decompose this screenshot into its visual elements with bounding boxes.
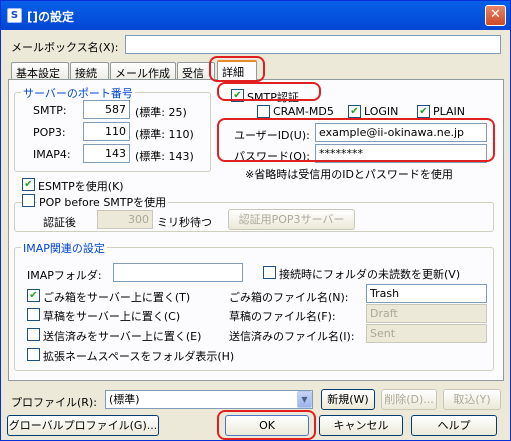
imap4-port-label: IMAP4: (33, 148, 71, 161)
cancel-button[interactable]: キャンセル (319, 415, 403, 436)
wait-unit-label: ミリ秒待つ (157, 216, 212, 229)
advanced-tab-panel: サーバーのポート番号 SMTP: 587 (標準: 25) POP3: 110 … (8, 79, 504, 381)
imap4-default-label: (標準: 143) (135, 150, 194, 163)
profile-delete-button[interactable]: 削除(D)... (381, 389, 437, 410)
auth-pop3-server-button[interactable]: 認証用POP3サーバー (228, 209, 355, 230)
password-label: パスワード(O): (234, 150, 310, 163)
draft-on-server-checkbox[interactable] (27, 308, 40, 321)
global-profile-button[interactable]: グローバルプロファイル(G)... (7, 415, 159, 436)
mailbox-name-input[interactable] (125, 35, 501, 54)
draft-on-server-label: 草稿をサーバー上に置く(C) (43, 310, 181, 323)
port-group-title: サーバーのポート番号 (21, 85, 135, 101)
help-button[interactable]: ヘルプ (411, 415, 497, 436)
trash-on-server-label: ごみ箱をサーバー上に置く(T) (43, 291, 191, 304)
plain-label: PLAIN (433, 105, 466, 118)
sent-on-server-label: 送信済みをサーバー上に置く(E) (43, 330, 202, 343)
esmtp-label: ESMTPを使用(K) (38, 180, 124, 193)
unread-update-label: 接続時にフォルダの未読数を更新(V) (279, 268, 461, 281)
sent-file-label: 送信済みのファイル名(I): (229, 330, 355, 343)
trash-on-server-checkbox[interactable]: ✔ (27, 289, 40, 302)
trash-file-input[interactable]: Trash (366, 284, 487, 303)
profile-label: プロファイル(R): (11, 396, 97, 409)
profile-select[interactable]: (標準) (105, 390, 313, 409)
imap-group-title: IMAP関連の設定 (21, 240, 107, 256)
profile-import-button[interactable]: 取込(Y) (443, 389, 501, 410)
tab-basic[interactable]: 基本設定 (11, 62, 69, 80)
auth-note: ※省略時は受信用のIDとパスワードを使用 (245, 168, 453, 181)
profile-new-button[interactable]: 新規(W) (321, 389, 375, 410)
imap-folder-input[interactable] (113, 263, 243, 282)
close-icon[interactable]: ✕ (485, 5, 506, 26)
trash-file-label: ごみ箱のファイル名(N): (229, 291, 349, 304)
smtp-port-label: SMTP: (33, 104, 67, 117)
pop3-port-label: POP3: (33, 126, 66, 139)
pop-before-smtp-checkbox[interactable] (22, 194, 35, 207)
app-icon: S (7, 8, 22, 23)
sent-on-server-checkbox[interactable] (27, 328, 40, 341)
esmtp-checkbox[interactable]: ✔ (22, 178, 35, 191)
draft-file-input[interactable]: Draft (366, 304, 487, 323)
smtp-port-input[interactable]: 587 (83, 100, 130, 119)
settings-dialog: S []の設定 ✕ メールボックス名(X): 基本設定 接続 メール作成 受信 … (0, 0, 511, 441)
namespace-label: 拡張ネームスペースをフォルダ表示(H) (43, 350, 235, 363)
tab-receive[interactable]: 受信 (177, 62, 215, 80)
mailbox-name-label: メールボックス名(X): (11, 41, 119, 54)
pop-before-smtp-label: POP before SMTPを使用 (37, 194, 169, 210)
tab-compose[interactable]: メール作成 (110, 62, 176, 80)
ok-button[interactable]: OK (225, 415, 309, 436)
chevron-down-icon[interactable]: ▼ (297, 391, 312, 408)
wait-ms-input[interactable]: 300 (97, 210, 153, 229)
password-input[interactable]: ******** (315, 144, 487, 163)
cram-md5-checkbox[interactable] (257, 105, 270, 118)
namespace-checkbox[interactable] (27, 348, 40, 361)
draft-file-label: 草稿のファイル名(F): (229, 310, 336, 323)
plain-checkbox[interactable]: ✔ (417, 105, 430, 118)
user-id-input[interactable]: example@ii-okinawa.ne.jp (315, 123, 487, 142)
unread-update-checkbox[interactable] (263, 266, 276, 279)
cram-md5-label: CRAM-MD5 (273, 105, 334, 118)
user-id-label: ユーザーID(U): (234, 129, 310, 142)
wait-prefix-label: 認証後 (43, 216, 76, 229)
imap4-port-input[interactable]: 143 (83, 144, 130, 163)
smtp-auth-label: SMTP認証 (247, 91, 299, 104)
title-bar: S []の設定 ✕ (1, 1, 510, 30)
smtp-default-label: (標準: 25) (135, 106, 187, 119)
imap-folder-label: IMAPフォルダ: (27, 269, 102, 282)
sent-file-input[interactable]: Sent (366, 324, 487, 343)
pop3-default-label: (標準: 110) (135, 128, 194, 141)
tab-connection[interactable]: 接続 (70, 62, 109, 80)
window-title: []の設定 (27, 10, 74, 24)
tab-advanced[interactable]: 詳細 (217, 60, 257, 81)
pop3-port-input[interactable]: 110 (83, 122, 130, 141)
login-label: LOGIN (364, 105, 399, 118)
smtp-auth-checkbox[interactable]: ✔ (231, 89, 244, 102)
login-checkbox[interactable]: ✔ (348, 105, 361, 118)
